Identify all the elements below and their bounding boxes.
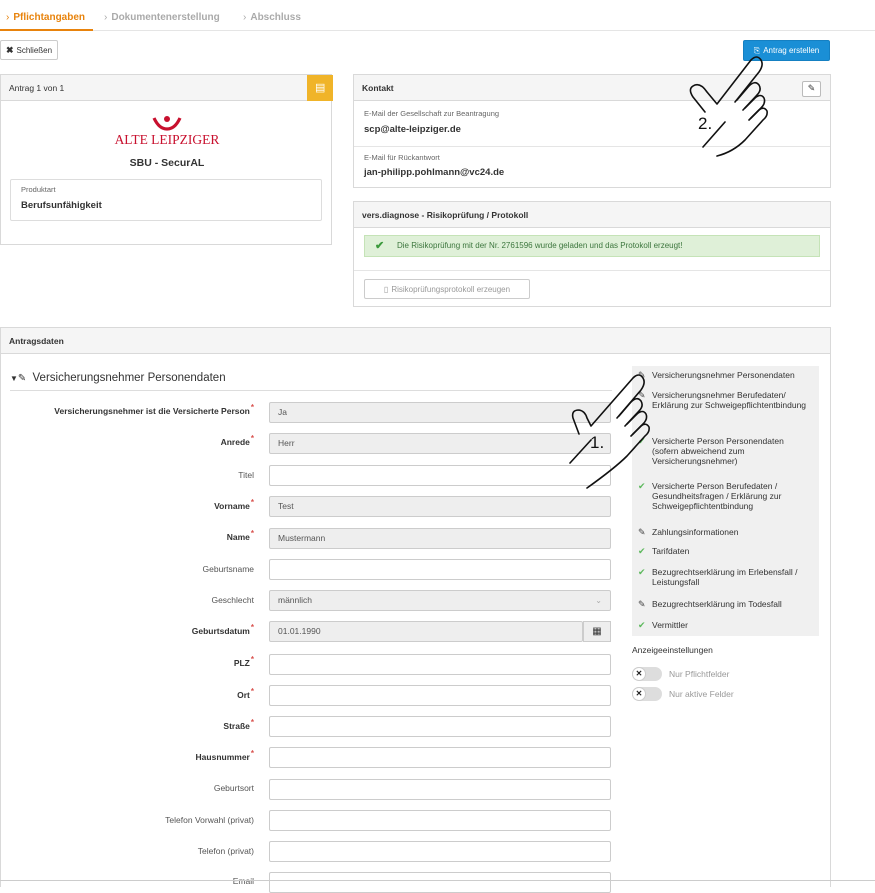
edit-contact-button[interactable]: ✎ [802, 81, 821, 97]
check-icon: ✔ [638, 620, 646, 630]
label-ort: Ort* [237, 687, 254, 700]
strasse-input[interactable] [269, 716, 611, 737]
geburtsdatum-input[interactable]: 01.01.1990 [269, 621, 583, 642]
bottom-divider [0, 880, 875, 881]
nav-item-vn-personendaten[interactable]: ✎ Versicherungsnehmer Personendaten [638, 370, 822, 380]
name-input[interactable]: Mustermann [269, 528, 611, 549]
check-icon: ✔ [375, 240, 385, 252]
label-geburtsname: Geburtsname [202, 564, 255, 574]
label-telefon: Telefon (privat) [197, 846, 254, 856]
label-titel: Titel [238, 470, 254, 480]
close-icon: ✕ [632, 667, 646, 681]
pointing-hand-icon [569, 374, 650, 489]
reply-email: jan-philipp.pohlmann@vc24.de [364, 167, 505, 178]
form-labels: Versicherungsnehmer ist die Versicherte … [0, 0, 255, 886]
annotation-label: 2. [698, 114, 713, 133]
nav-item-vp-personendaten[interactable]: ✔ Versicherte Person Personendaten (sofer… [638, 436, 812, 466]
pointing-hand-icon [689, 56, 768, 157]
label-vn-ist-vp: Versicherungsnehmer ist die Versicherte … [54, 403, 254, 416]
calendar-icon: ▦ [592, 626, 602, 637]
generate-protocol-button[interactable]: ▯ Risikoprüfungsprotokoll erzeugen [364, 279, 530, 299]
document-icon: ▤ [315, 82, 326, 94]
pencil-icon: ✎ [638, 599, 646, 609]
annotation-label: 1. [590, 433, 605, 452]
label-geschlecht: Geschlecht [211, 595, 254, 605]
toggle-label-pflichtfelder: Nur Pflichtfelder [669, 669, 730, 679]
nav-item-bezugsrecht-erlebensfall[interactable]: ✔ Bezugrechtserklärung im Erlebensfall / … [638, 567, 820, 587]
close-icon: ✕ [632, 687, 646, 701]
file-icon: ▯ [383, 284, 389, 294]
toggle-nur-aktive-felder[interactable]: ✕ [632, 687, 662, 701]
vorname-input[interactable]: Test [269, 496, 611, 517]
nav-item-vp-berufedaten[interactable]: ✔ Versicherte Person Berufedaten / Gesund… [638, 481, 820, 511]
pencil-icon: ✎ [638, 527, 646, 537]
check-icon: ✔ [638, 546, 646, 556]
divider [354, 270, 830, 271]
label-telefon-vorwahl: Telefon Vorwahl (privat) [165, 815, 254, 825]
document-action-button[interactable]: ▤ [307, 75, 333, 101]
calendar-button[interactable]: ▦ [583, 621, 611, 642]
label-vorname: Vorname* [214, 498, 254, 511]
nav-item-vermittler[interactable]: ✔ Vermittler [638, 620, 822, 630]
company-email: scp@alte-leipziger.de [364, 124, 461, 135]
toggle-label-aktive-felder: Nur aktive Felder [669, 689, 734, 699]
label-strasse: Straße* [223, 718, 254, 731]
check-icon: ✔ [638, 567, 646, 577]
titel-input[interactable] [269, 465, 611, 486]
hausnummer-input[interactable] [269, 747, 611, 768]
telefon-input[interactable] [269, 841, 611, 862]
label-plz: PLZ* [233, 655, 254, 668]
chevron-down-icon: ⌄ [595, 596, 602, 605]
nav-item-zahlungsinformationen[interactable]: ✎ Zahlungsinformationen [638, 527, 822, 537]
company-email-label: E-Mail der Gesellschaft zur Beantragung [364, 109, 500, 118]
pencil-icon: ✎ [807, 83, 816, 93]
nav-item-bezugsrecht-todesfall[interactable]: ✎ Bezugrechtserklärung im Todesfall [638, 599, 822, 609]
label-anrede: Anrede* [220, 434, 254, 447]
success-alert: ✔ Die Risikoprüfung mit der Nr. 2761596 … [364, 235, 820, 257]
vn-ist-vp-select[interactable]: Ja [269, 402, 611, 423]
nav-item-tarifdaten[interactable]: ✔ Tarifdaten [638, 546, 822, 556]
geburtsort-input[interactable] [269, 779, 611, 800]
ort-input[interactable] [269, 685, 611, 706]
reply-email-label: E-Mail für Rückantwort [364, 153, 440, 162]
geburtsname-input[interactable] [269, 559, 611, 580]
telefon-vorwahl-input[interactable] [269, 810, 611, 831]
geschlecht-select[interactable]: männlich ⌄ [269, 590, 611, 611]
label-email: Email [232, 876, 254, 886]
label-geburtsort: Geburtsort [213, 783, 254, 793]
toggle-nur-pflichtfelder[interactable]: ✕ [632, 667, 662, 681]
risk-title: vers.diagnose - Risikoprüfung / Protokol… [354, 202, 830, 228]
label-name: Name* [226, 529, 254, 542]
risk-panel: vers.diagnose - Risikoprüfung / Protokol… [353, 201, 831, 307]
anrede-select[interactable]: Herr [269, 433, 611, 454]
plz-input[interactable] [269, 654, 611, 675]
nav-item-vn-berufedaten[interactable]: ✎ Versicherungsnehmer Berufedaten/ Erklär… [638, 390, 817, 410]
display-settings-title: Anzeigeeinstellungen [632, 645, 713, 655]
label-hausnummer: Hausnummer* [195, 749, 254, 762]
label-geburtsdatum: Geburtsdatum* [191, 623, 254, 636]
